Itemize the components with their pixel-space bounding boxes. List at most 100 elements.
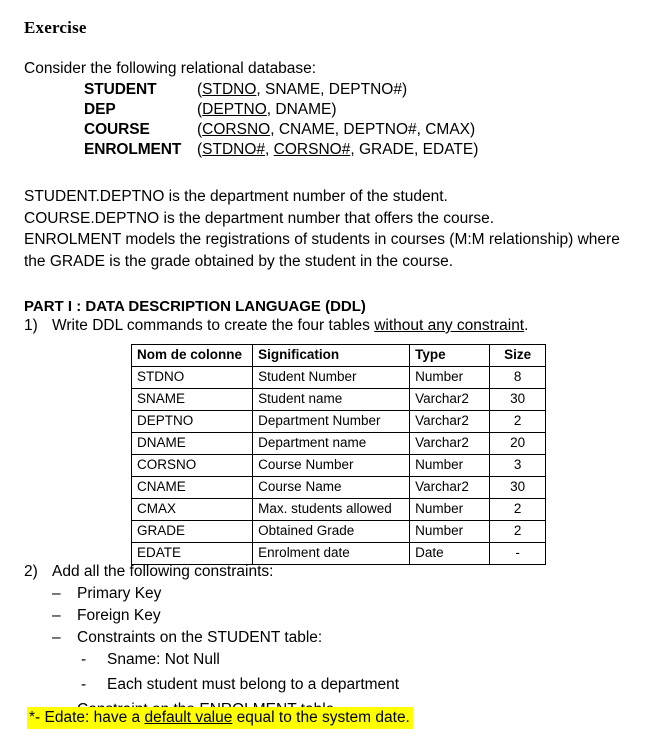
- schema-block: STUDENT (STDNO, SNAME, DEPTNO#) DEP (DEP…: [84, 81, 478, 161]
- cell-column-name: SNAME: [130, 388, 254, 411]
- columns-table: Nom de colonne Signification Type Size S…: [130, 344, 546, 565]
- cell-size: -: [489, 542, 546, 565]
- cell-type: Number: [409, 366, 491, 389]
- highlight-suffix: equal to the system date.: [232, 709, 410, 726]
- schema-row: STUDENT (STDNO, SNAME, DEPTNO#): [84, 81, 478, 101]
- table-row: CMAX Max. students allowed Number 2: [130, 498, 546, 521]
- constraint-label: Constraints on the STUDENT table:: [77, 629, 323, 646]
- cell-signification: Course Name: [252, 476, 411, 499]
- table-row: CORSNO Course Number Number 3: [130, 454, 546, 477]
- constraint-label: Primary Key: [77, 585, 162, 602]
- schema-row: COURSE (CORSNO, CNAME, DEPTNO#, CMAX): [84, 121, 478, 141]
- constraints-block: 2) Add all the following constraints: – Pr…: [24, 563, 399, 723]
- relation-attributes: (STDNO#, CORSNO#, GRADE, EDATE): [197, 141, 478, 159]
- table-row: EDATE Enrolment date Date -: [130, 542, 546, 565]
- question-1-emphasis: without any constraint: [374, 317, 525, 334]
- relation-name: DEP: [84, 101, 116, 118]
- cell-column-name: STDNO: [130, 366, 254, 389]
- relation-attributes: (CORSNO, CNAME, DEPTNO#, CMAX): [197, 121, 475, 139]
- intro-text: Consider the following relational databa…: [24, 60, 317, 77]
- cell-type: Number: [409, 454, 491, 477]
- question-2: 2) Add all the following constraints:: [24, 563, 399, 585]
- attribute-rest: , DNAME): [266, 101, 337, 118]
- cell-signification: Obtained Grade: [252, 520, 411, 543]
- header-size: Size: [489, 344, 546, 367]
- cell-type: Varchar2: [409, 410, 491, 433]
- constraint-item: – Constraints on the STUDENT table:: [24, 629, 399, 651]
- constraint-subitem: - Sname: Not Null: [24, 651, 399, 676]
- cell-signification: Course Number: [252, 454, 411, 477]
- constraint-sublabel: Sname: Not Null: [107, 651, 220, 668]
- dash-marker: –: [52, 607, 61, 624]
- question-1-text: Write DDL commands to create the four ta…: [52, 317, 375, 334]
- cell-type: Number: [409, 520, 491, 543]
- cell-signification: Max. students allowed: [252, 498, 411, 521]
- question-1: 1) Write DDL commands to create the four …: [24, 317, 528, 335]
- cell-column-name: DEPTNO: [130, 410, 254, 433]
- cell-size: 30: [489, 476, 546, 499]
- dash-marker: -: [81, 651, 87, 668]
- header-type: Type: [409, 344, 491, 367]
- relation-name: STUDENT: [84, 81, 157, 98]
- page-title: Exercise: [24, 18, 87, 37]
- cell-signification: Student Number: [252, 366, 411, 389]
- cell-signification: Enrolment date: [252, 542, 411, 565]
- constraint-label: Foreign Key: [77, 607, 161, 624]
- highlight-prefix: *- Edate: have a: [29, 709, 145, 726]
- cell-type: Number: [409, 498, 491, 521]
- cell-type: Varchar2: [409, 388, 491, 411]
- header-nom-de-colonne: Nom de colonne: [130, 344, 254, 367]
- description-line: COURSE.DEPTNO is the department number t…: [24, 209, 495, 227]
- attribute-rest: , SNAME, DEPTNO#): [256, 81, 408, 98]
- cell-signification: Department Number: [252, 410, 411, 433]
- question-1-number: 1): [24, 317, 38, 334]
- cell-column-name: CNAME: [130, 476, 254, 499]
- cell-column-name: DNAME: [130, 432, 254, 455]
- dash-marker: –: [52, 629, 61, 646]
- primary-key: STDNO: [202, 81, 257, 98]
- description-line: the GRADE is the grade obtained by the s…: [24, 252, 454, 270]
- relation-name: ENROLMENT: [84, 141, 182, 158]
- cell-size: 3: [489, 454, 546, 477]
- constraint-item: – Primary Key: [24, 585, 399, 607]
- table-row: GRADE Obtained Grade Number 2: [130, 520, 546, 543]
- relation-attributes: (DEPTNO, DNAME): [197, 101, 337, 119]
- primary-key: DEPTNO: [202, 101, 267, 118]
- cell-size: 2: [489, 520, 546, 543]
- cell-type: Varchar2: [409, 476, 491, 499]
- highlighted-note: *- Edate: have a default value equal to …: [27, 707, 413, 729]
- description-line: ENROLMENT models the registrations of st…: [24, 231, 620, 248]
- description-block: STUDENT.DEPTNO is the department number …: [24, 188, 651, 274]
- cell-column-name: GRADE: [130, 520, 254, 543]
- table-row: SNAME Student name Varchar2 30: [130, 388, 546, 411]
- document-page: Exercise Consider the following relation…: [0, 0, 651, 753]
- cell-size: 20: [489, 432, 546, 455]
- schema-row: ENROLMENT (STDNO#, CORSNO#, GRADE, EDATE…: [84, 141, 478, 161]
- key-separator: ,: [265, 141, 274, 158]
- part-one-heading: PART I : DATA DESCRIPTION LANGUAGE (DDL): [24, 298, 366, 315]
- cell-size: 2: [489, 410, 546, 433]
- cell-type: Date: [409, 542, 491, 565]
- relation-name: COURSE: [84, 121, 150, 138]
- primary-key-part1: STDNO#: [202, 141, 266, 158]
- constraint-subitem: - Each student must belong to a departmen…: [24, 676, 399, 701]
- header-signification: Signification: [252, 344, 411, 367]
- table-row: CNAME Course Name Varchar2 30: [130, 476, 546, 499]
- table-row: DEPTNO Department Number Varchar2 2: [130, 410, 546, 433]
- primary-key-part2: CORSNO#: [273, 141, 351, 158]
- table-header-row: Nom de colonne Signification Type Size: [130, 344, 546, 367]
- primary-key: CORSNO: [202, 121, 271, 138]
- question-2-text: Add all the following constraints:: [52, 563, 274, 580]
- cell-signification: Department name: [252, 432, 411, 455]
- question-1-period: .: [524, 317, 529, 334]
- attribute-rest: , GRADE, EDATE): [350, 141, 479, 158]
- table-row: STDNO Student Number Number 8: [130, 366, 546, 389]
- cell-size: 8: [489, 366, 546, 389]
- highlight-emphasis: default value: [144, 709, 233, 726]
- cell-size: 30: [489, 388, 546, 411]
- cell-column-name: CMAX: [130, 498, 254, 521]
- relation-attributes: (STDNO, SNAME, DEPTNO#): [197, 81, 407, 99]
- schema-row: DEP (DEPTNO, DNAME): [84, 101, 478, 121]
- cell-type: Varchar2: [409, 432, 491, 455]
- cell-size: 2: [489, 498, 546, 521]
